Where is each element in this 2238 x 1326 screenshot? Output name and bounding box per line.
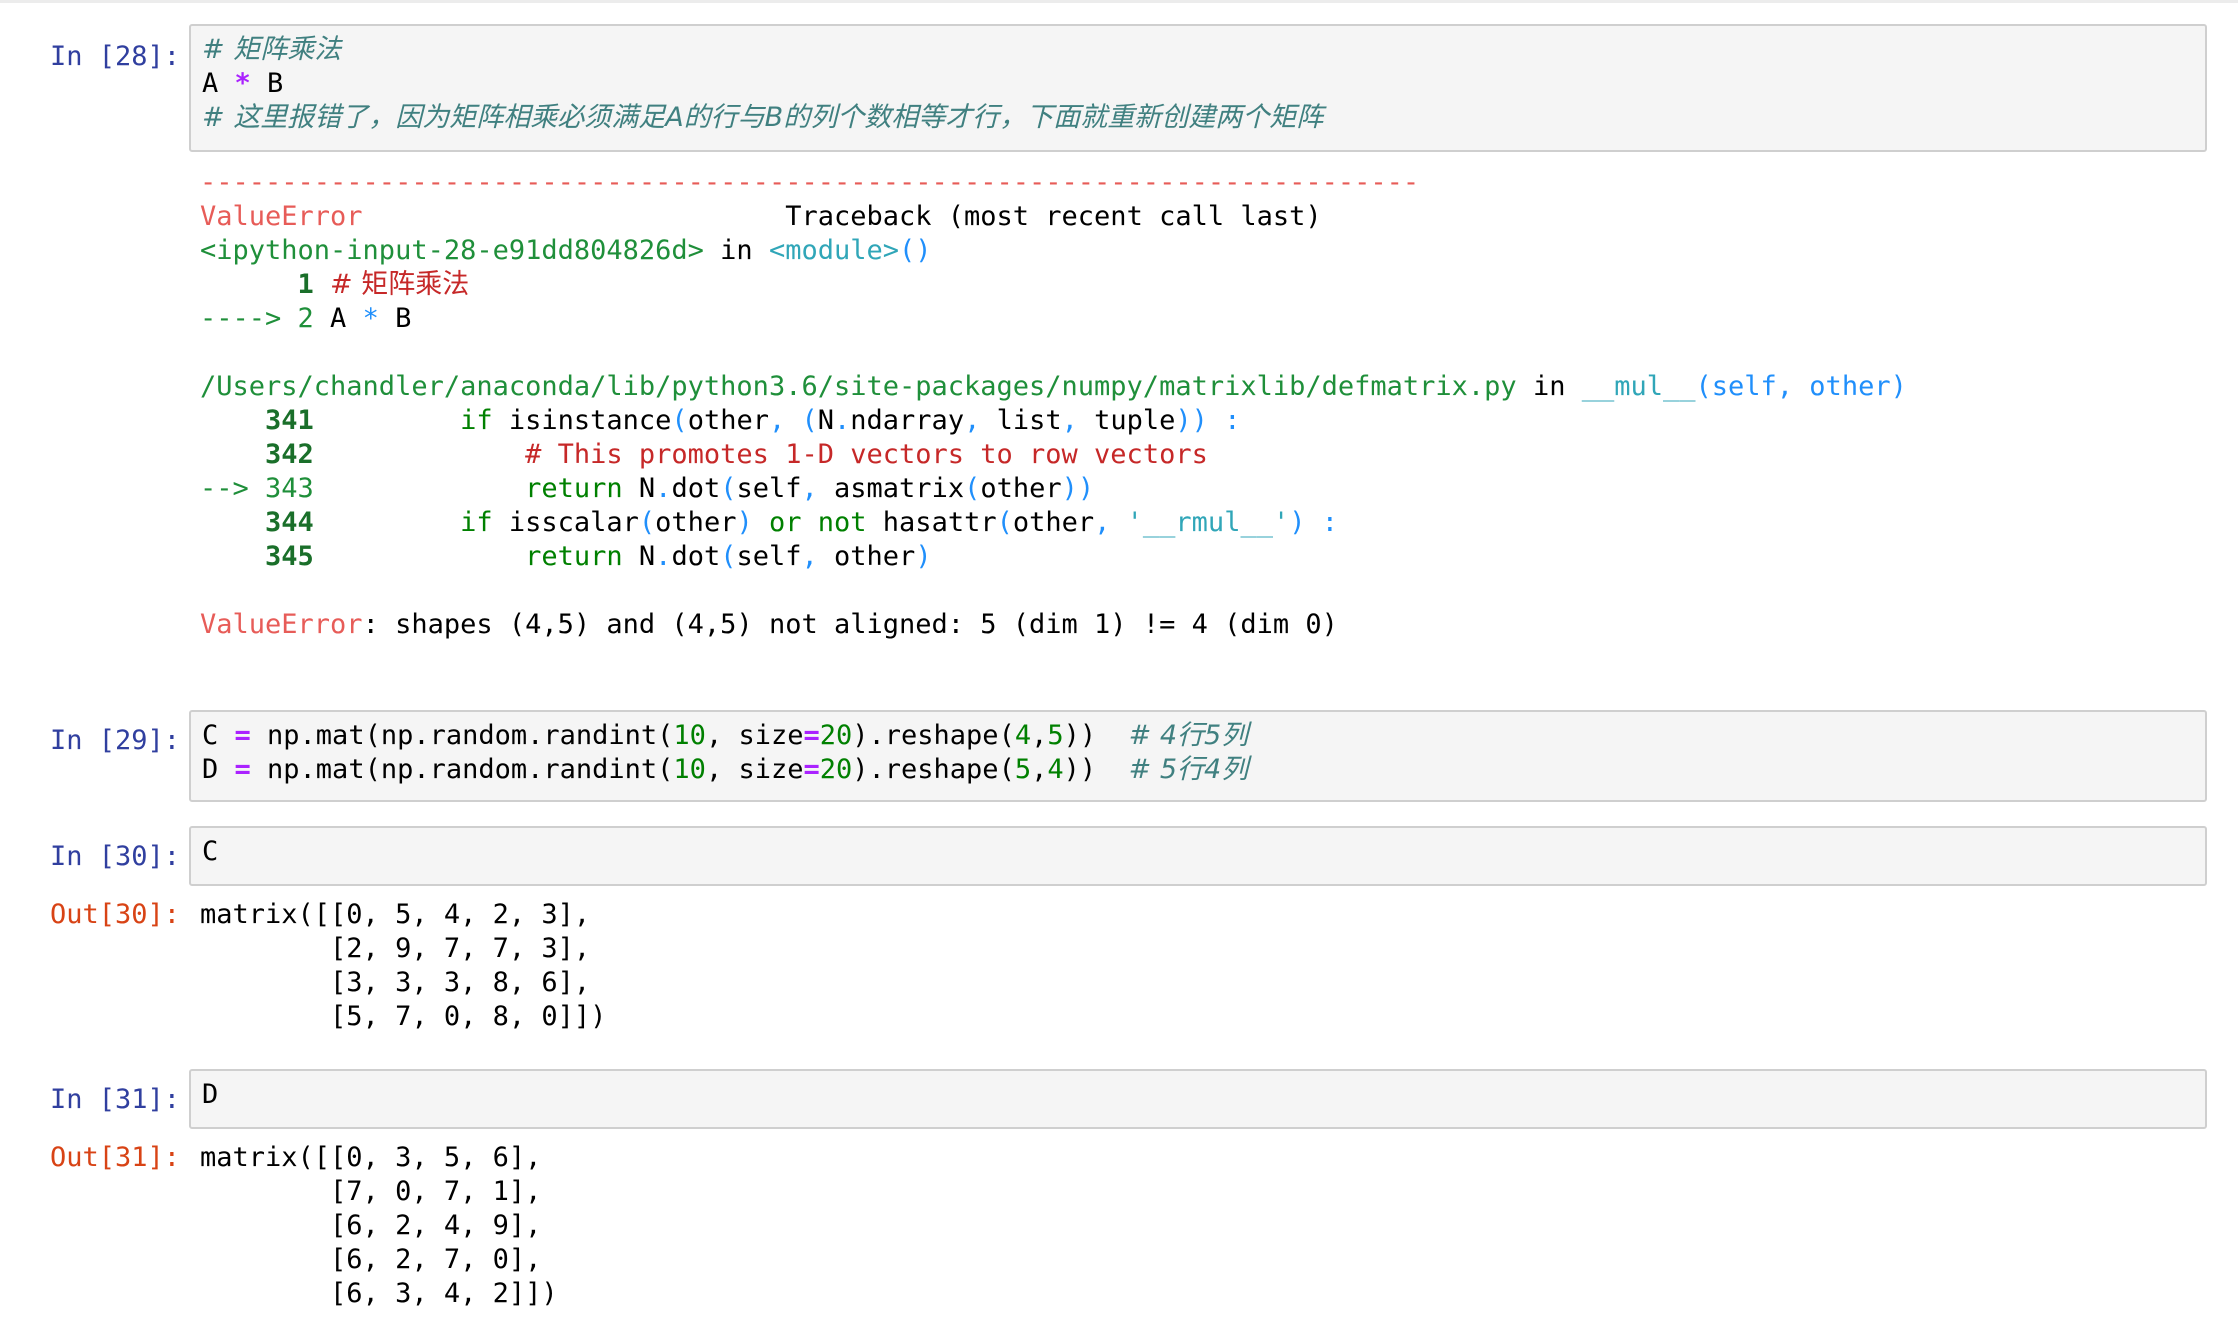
output-line: [6, 2, 4, 9], (200, 1210, 542, 1241)
output-prompt: Out[30]: (49, 899, 180, 930)
output-line: [3, 3, 3, 8, 6], (200, 967, 591, 998)
input-prompt: In [28]: (49, 41, 180, 72)
traceback-line: ----> 2 A * B (200, 303, 412, 334)
output-line: [7, 0, 7, 1], (200, 1176, 542, 1207)
traceback-frame: <ipython-input-28-e91dd804826d> in <modu… (200, 235, 932, 266)
traceback-line: --> 343 return N.dot(self, asmatrix(othe… (200, 473, 1095, 504)
output-line: [2, 9, 7, 7, 3], (200, 933, 591, 964)
output-prompt: Out[31]: (49, 1142, 180, 1173)
input-prompt: In [31]: (49, 1084, 180, 1115)
code-line: A * B (202, 68, 284, 99)
code-line: # 矩阵乘法 (202, 34, 342, 65)
traceback-header: ValueError Traceback (most recent call l… (200, 201, 1322, 232)
code-editor[interactable]: C = np.mat(np.random.randint(10, size=20… (189, 710, 2207, 802)
code-line: C = np.mat(np.random.randint(10, size=20… (202, 720, 1249, 751)
traceback-line: 345 return N.dot(self, other) (200, 541, 932, 572)
output-area: matrix([[0, 5, 4, 2, 3], [2, 9, 7, 7, 3]… (200, 898, 2200, 1034)
code-editor[interactable]: D (189, 1069, 2207, 1129)
traceback-output: ----------------------------------------… (200, 166, 2200, 642)
input-prompt: In [30]: (49, 841, 180, 872)
code-line: # 这里报错了，因为矩阵相乘必须满足A的行与B的列个数相等才行，下面就重新创建两… (202, 102, 1324, 133)
error-message: ValueError: shapes (4,5) and (4,5) not a… (200, 609, 1338, 640)
output-line: [6, 3, 4, 2]]) (200, 1278, 558, 1309)
traceback-line: 1 # 矩阵乘法 (200, 269, 470, 300)
code-editor[interactable]: # 矩阵乘法 A * B # 这里报错了，因为矩阵相乘必须满足A的行与B的列个数… (189, 24, 2207, 152)
output-line: matrix([[0, 5, 4, 2, 3], (200, 899, 591, 930)
code-line: D (202, 1079, 219, 1110)
traceback-line: 342 # This promotes 1-D vectors to row v… (200, 439, 1208, 470)
output-line: [6, 2, 7, 0], (200, 1244, 542, 1275)
traceback-line: 341 if isinstance(other, (N.ndarray, lis… (200, 405, 1241, 436)
output-line: matrix([[0, 3, 5, 6], (200, 1142, 542, 1173)
traceback-separator: ----------------------------------------… (200, 167, 1420, 198)
output-line: [5, 7, 0, 8, 0]]) (200, 1001, 607, 1032)
traceback-frame: /Users/chandler/anaconda/lib/python3.6/s… (200, 371, 1907, 402)
code-line: D = np.mat(np.random.randint(10, size=20… (202, 754, 1249, 785)
top-divider (0, 0, 2238, 3)
code-editor[interactable]: C (189, 826, 2207, 886)
input-prompt: In [29]: (49, 725, 180, 756)
traceback-line: 344 if isscalar(other) or not hasattr(ot… (200, 507, 1338, 538)
output-area: matrix([[0, 3, 5, 6], [7, 0, 7, 1], [6, … (200, 1141, 2200, 1311)
code-line: C (202, 836, 219, 867)
